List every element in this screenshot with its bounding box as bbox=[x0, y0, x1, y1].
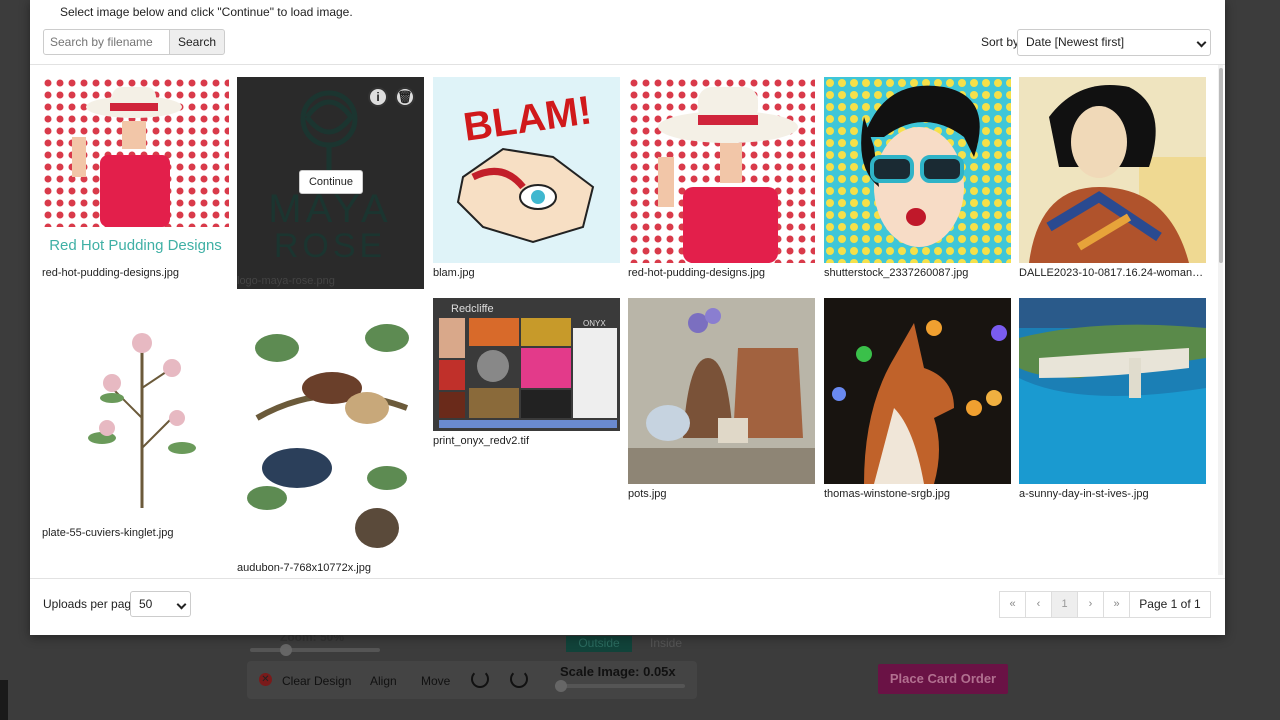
image-filename: red-hot-pudding-designs.jpg bbox=[628, 267, 765, 279]
continue-button[interactable]: Continue bbox=[299, 170, 363, 194]
print-brand: Redcliffe bbox=[451, 303, 494, 315]
image-filename: red-hot-pudding-designs.jpg bbox=[42, 267, 179, 279]
image-thumbnail[interactable] bbox=[237, 298, 424, 558]
pager-first[interactable]: « bbox=[999, 591, 1026, 618]
align-button[interactable]: Align bbox=[370, 674, 397, 688]
zoom-slider[interactable] bbox=[250, 648, 380, 652]
image-filename: DALLE2023-10-0817.16.24-womanin... bbox=[1019, 267, 1205, 279]
instruction-text: Select image below and click "Continue" … bbox=[60, 5, 353, 19]
sort-select[interactable]: Date [Newest first] bbox=[1017, 29, 1211, 56]
image-thumbnail[interactable]: Redcliffe ONYX bbox=[433, 298, 620, 431]
uploads-per-page-label: Uploads per page bbox=[43, 597, 138, 611]
image-tile[interactable]: thomas-winstone-srgb.jpg bbox=[824, 298, 1011, 503]
background-edge bbox=[0, 680, 8, 720]
uploads-per-page-value: 50 bbox=[139, 597, 153, 611]
image-filename: audubon-7-768x10772x.jpg bbox=[237, 562, 371, 574]
image-thumbnail[interactable] bbox=[42, 77, 229, 263]
chevron-down-icon bbox=[176, 599, 187, 610]
image-thumbnail[interactable] bbox=[1019, 77, 1206, 263]
place-card-order-button[interactable]: Place Card Order bbox=[878, 664, 1008, 694]
clear-design-button[interactable]: Clear Design bbox=[282, 674, 351, 688]
pager-current[interactable]: 1 bbox=[1051, 591, 1078, 618]
tab-outside[interactable]: Outside bbox=[566, 636, 632, 652]
image-tile[interactable]: DALLE2023-10-0817.16.24-womanin... bbox=[1019, 77, 1206, 282]
search-input[interactable] bbox=[43, 29, 170, 55]
image-filename: thomas-winstone-srgb.jpg bbox=[824, 488, 950, 500]
image-tile[interactable]: audubon-7-768x10772x.jpg bbox=[237, 298, 424, 578]
zoom-slider-knob[interactable] bbox=[280, 644, 292, 656]
image-tile[interactable]: BLAM! blam.jpg bbox=[433, 77, 620, 282]
rotate-right-icon[interactable] bbox=[510, 670, 528, 688]
page-info: Page 1 of 1 bbox=[1129, 591, 1211, 618]
image-filename: shutterstock_2337260087.jpg bbox=[824, 267, 969, 279]
header-divider bbox=[30, 64, 1225, 65]
image-tile[interactable]: shutterstock_2337260087.jpg bbox=[824, 77, 1011, 282]
uploads-per-page-select[interactable]: 50 bbox=[130, 591, 191, 617]
chevron-down-icon bbox=[1196, 37, 1207, 48]
scale-slider[interactable] bbox=[555, 684, 685, 688]
image-tile[interactable]: Redcliffe ONYX print_onyx_redv2.tif bbox=[433, 298, 620, 448]
pager-prev[interactable]: ‹ bbox=[1025, 591, 1052, 618]
image-filename: plate-55-cuviers-kinglet.jpg bbox=[42, 527, 174, 539]
logo-text-line2: ROSE bbox=[274, 227, 386, 263]
image-tile[interactable]: a-sunny-day-in-st-ives-.jpg bbox=[1019, 298, 1206, 503]
image-filename: logo-maya-rose.png bbox=[237, 275, 335, 287]
image-tile[interactable]: pots.jpg bbox=[628, 298, 815, 503]
move-button[interactable]: Move bbox=[421, 674, 450, 688]
footer-divider bbox=[30, 578, 1225, 579]
tab-inside[interactable]: Inside bbox=[636, 636, 696, 652]
image-thumbnail[interactable] bbox=[628, 298, 815, 484]
image-tile[interactable]: plate-55-cuviers-kinglet.jpg bbox=[42, 298, 229, 543]
image-thumbnail[interactable] bbox=[824, 77, 1011, 263]
rotate-left-icon[interactable] bbox=[471, 670, 489, 688]
image-tile[interactable]: red-hot-pudding-designs.jpg bbox=[628, 77, 815, 282]
sort-select-value: Date [Newest first] bbox=[1026, 35, 1125, 49]
image-filename: pots.jpg bbox=[628, 488, 667, 500]
image-thumbnail[interactable]: BLAM! bbox=[433, 77, 620, 263]
image-thumbnail[interactable] bbox=[1019, 298, 1206, 484]
sort-label: Sort by bbox=[981, 35, 1020, 49]
image-caption: Red Hot Pudding Designs bbox=[49, 237, 222, 254]
image-filename: print_onyx_redv2.tif bbox=[433, 435, 529, 447]
pager-last[interactable]: » bbox=[1103, 591, 1130, 618]
image-tile[interactable]: Red Hot Pudding Designs red-hot-pudding-… bbox=[42, 77, 229, 282]
image-filename: blam.jpg bbox=[433, 267, 475, 279]
image-thumbnail[interactable] bbox=[824, 298, 1011, 484]
scale-label: Scale Image: 0.05x bbox=[560, 664, 676, 679]
info-icon[interactable]: i bbox=[368, 87, 388, 107]
pager-next[interactable]: › bbox=[1077, 591, 1104, 618]
clear-icon: ✕ bbox=[259, 673, 272, 686]
image-thumbnail[interactable] bbox=[628, 77, 815, 263]
image-picker-modal: Select image below and click "Continue" … bbox=[30, 0, 1225, 635]
image-filename: a-sunny-day-in-st-ives-.jpg bbox=[1019, 488, 1149, 500]
search-button[interactable]: Search bbox=[169, 29, 225, 55]
pagination: « ‹ 1 › » Page 1 of 1 bbox=[999, 591, 1211, 618]
print-brand2: ONYX bbox=[583, 319, 606, 328]
grid-scrollbar-thumb[interactable] bbox=[1219, 68, 1223, 263]
trash-icon[interactable]: 🗑 bbox=[395, 87, 415, 107]
image-thumbnail[interactable] bbox=[42, 298, 229, 523]
scale-slider-knob[interactable] bbox=[555, 680, 567, 692]
